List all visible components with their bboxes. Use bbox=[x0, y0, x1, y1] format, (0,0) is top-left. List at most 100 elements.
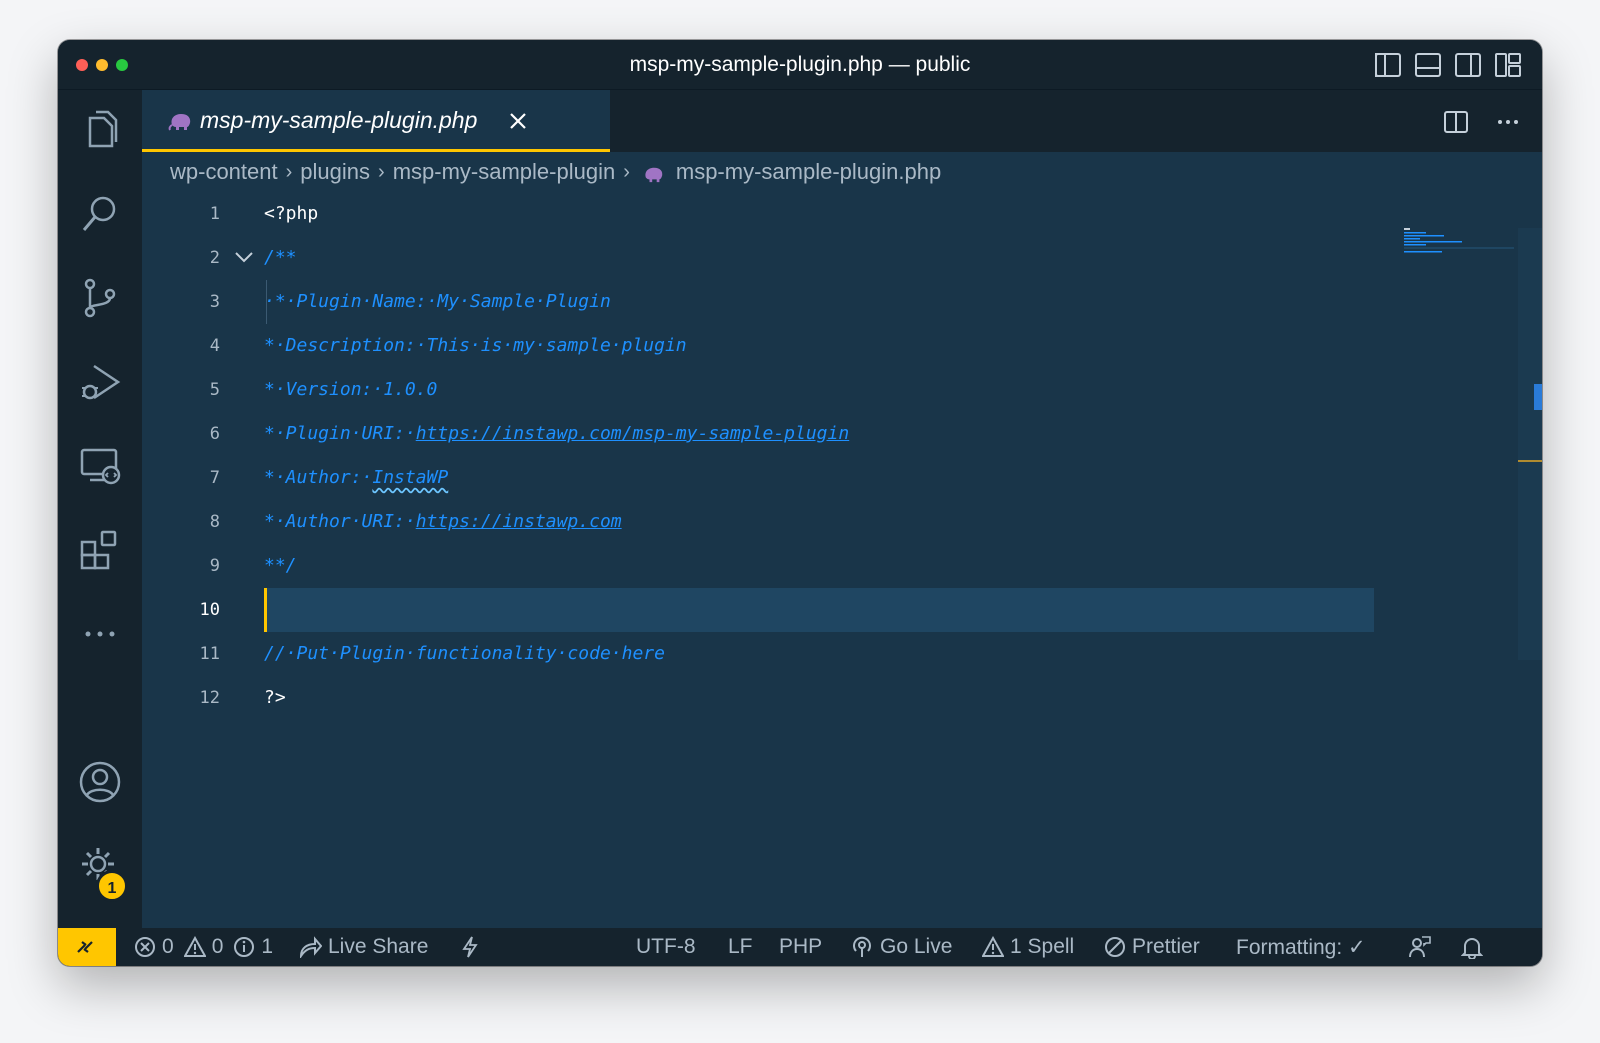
code-line-current: 10 bbox=[142, 588, 1542, 632]
code-text: *·Plugin·URI:·https://instawp.com/msp-my… bbox=[264, 423, 849, 444]
source-control-icon[interactable] bbox=[76, 274, 124, 322]
live-share-label: Live Share bbox=[328, 935, 429, 958]
problems-indicator[interactable]: 0 0 1 bbox=[134, 935, 273, 959]
toggle-panel-icon[interactable] bbox=[1414, 52, 1442, 78]
code-line: 3 ·*·Plugin·Name:·My·Sample·Plugin bbox=[142, 280, 1542, 324]
encoding-button[interactable]: UTF-8 bbox=[636, 935, 696, 959]
activity-bar: 1 bbox=[58, 90, 142, 928]
error-icon bbox=[135, 937, 155, 957]
lightning-icon bbox=[462, 936, 478, 958]
info-count: 1 bbox=[261, 935, 274, 958]
line-number: 2 bbox=[209, 248, 220, 268]
more-views-icon[interactable] bbox=[76, 610, 124, 658]
comment-prefix: *·Plugin·URI:· bbox=[264, 423, 416, 444]
settings-badge: 1 bbox=[96, 870, 128, 902]
breadcrumb-item-plugins[interactable]: plugins bbox=[300, 159, 370, 185]
code-line: 8 *·Author·URI:·https://instawp.com bbox=[142, 500, 1542, 544]
error-count: 0 bbox=[162, 935, 174, 958]
broadcast-icon bbox=[853, 936, 871, 957]
line-number: 10 bbox=[199, 600, 220, 620]
run-and-debug-icon[interactable] bbox=[76, 358, 124, 406]
eol-button[interactable]: LF bbox=[728, 935, 753, 959]
go-live-button[interactable]: Go Live bbox=[850, 935, 952, 959]
formatting-button[interactable]: Formatting: ✓ bbox=[1236, 935, 1366, 960]
status-bar: 0 0 1 Live Share UTF-8 LF PHP Go Live 1 … bbox=[58, 928, 1542, 966]
php-elephant-icon bbox=[168, 111, 194, 131]
breadcrumb-item-wp-content[interactable]: wp-content bbox=[170, 159, 278, 185]
author-uri-link[interactable]: https://instawp.com bbox=[416, 511, 622, 532]
code-text: //·Put·Plugin·functionality·code·here bbox=[264, 643, 665, 664]
warning-icon bbox=[982, 936, 1004, 957]
code-text: ·*·Plugin·Name:·My·Sample·Plugin bbox=[264, 291, 611, 312]
line-number: 12 bbox=[199, 688, 220, 708]
code-line: 2 /** bbox=[142, 236, 1542, 280]
bell-icon bbox=[1461, 938, 1483, 959]
chevron-right-icon: › bbox=[378, 160, 385, 183]
tab-msp-my-sample-plugin[interactable]: msp-my-sample-plugin.php bbox=[142, 90, 610, 152]
code-text: *·Version:·1.0.0 bbox=[264, 379, 438, 400]
feedback-button[interactable] bbox=[1408, 935, 1438, 959]
line-number: 4 bbox=[209, 336, 220, 356]
extensions-icon[interactable] bbox=[76, 526, 124, 574]
live-share-button[interactable]: Live Share bbox=[298, 935, 428, 959]
code-line: 6 *·Plugin·URI:·https://instawp.com/msp-… bbox=[142, 412, 1542, 456]
plugin-uri-link[interactable]: https://instawp.com/msp-my-sample-plugin bbox=[416, 423, 849, 444]
current-line-highlight bbox=[264, 588, 1374, 632]
live-share-icon bbox=[299, 936, 322, 958]
code-text: *·Author·URI:·https://instawp.com bbox=[264, 511, 622, 532]
accounts-icon[interactable] bbox=[76, 758, 124, 806]
code-text: ?> bbox=[264, 687, 286, 708]
explorer-icon[interactable] bbox=[76, 106, 124, 154]
remote-indicator-button[interactable] bbox=[58, 928, 116, 966]
code-editor[interactable]: 1 <?php 2 /** 3 ·*·Plugin·Name:·My·Sampl… bbox=[142, 192, 1542, 928]
code-text: /** bbox=[264, 247, 297, 268]
spell-label: 1 Spell bbox=[1010, 935, 1075, 958]
notifications-button[interactable] bbox=[1461, 935, 1489, 959]
split-editor-icon[interactable] bbox=[1442, 108, 1470, 136]
toggle-secondary-sidebar-icon[interactable] bbox=[1454, 52, 1482, 78]
code-text: *·Author:·InstaWP bbox=[264, 467, 448, 488]
feedback-person-icon bbox=[1409, 936, 1431, 958]
code-text: <?php bbox=[264, 203, 319, 224]
language-mode-button[interactable]: PHP bbox=[779, 935, 822, 959]
info-icon bbox=[234, 937, 255, 957]
line-number: 5 bbox=[209, 380, 220, 400]
spell-check-button[interactable]: 1 Spell bbox=[982, 935, 1074, 959]
tab-label: msp-my-sample-plugin.php bbox=[200, 107, 478, 133]
line-number: 6 bbox=[209, 424, 220, 444]
chevron-right-icon: › bbox=[285, 160, 293, 183]
remote-explorer-icon[interactable] bbox=[76, 442, 124, 490]
prettier-disabled-icon bbox=[1105, 937, 1125, 957]
code-text: **/ bbox=[264, 555, 297, 576]
more-actions-icon[interactable] bbox=[1494, 108, 1522, 136]
fold-chevron-down-icon[interactable] bbox=[234, 250, 254, 264]
breadcrumb: wp-content › plugins › msp-my-sample-plu… bbox=[142, 152, 1542, 192]
code-line: 12 ?> bbox=[142, 676, 1542, 720]
line-number: 3 bbox=[209, 292, 220, 312]
breadcrumb-item-plugin-folder[interactable]: msp-my-sample-plugin bbox=[393, 159, 616, 185]
overview-ruler-mark bbox=[1518, 460, 1542, 462]
go-live-label: Go Live bbox=[880, 935, 953, 958]
warning-icon bbox=[183, 936, 206, 957]
customize-layout-icon[interactable] bbox=[1494, 52, 1522, 78]
window-title: msp-my-sample-plugin.php — public bbox=[629, 53, 971, 76]
toggle-primary-sidebar-icon[interactable] bbox=[1374, 52, 1402, 78]
line-number: 11 bbox=[199, 644, 220, 664]
search-icon[interactable] bbox=[76, 190, 124, 238]
code-text: *·Description:·This·is·my·sample·plugin bbox=[264, 335, 687, 356]
prettier-label: Prettier bbox=[1132, 935, 1200, 958]
author-name-spell-warning[interactable]: InstaWP bbox=[372, 467, 448, 488]
breadcrumb-item-file[interactable]: msp-my-sample-plugin.php bbox=[676, 159, 941, 185]
comment-prefix: *·Author·URI:· bbox=[264, 511, 416, 532]
code-line: 7 *·Author:·InstaWP bbox=[142, 456, 1542, 500]
code-line: 1 <?php bbox=[142, 192, 1542, 236]
line-number: 8 bbox=[209, 512, 220, 532]
scrollbar-thumb[interactable] bbox=[1534, 384, 1542, 410]
close-tab-icon[interactable] bbox=[506, 109, 530, 133]
vertical-scrollbar[interactable] bbox=[1518, 228, 1542, 660]
title-bar: msp-my-sample-plugin.php — public bbox=[58, 40, 1542, 90]
minimap[interactable] bbox=[1404, 228, 1514, 258]
editor-window: msp-my-sample-plugin.php — public 1 msp-… bbox=[58, 40, 1542, 966]
prettier-button[interactable]: Prettier bbox=[1104, 935, 1200, 959]
lightning-button[interactable] bbox=[460, 935, 486, 959]
